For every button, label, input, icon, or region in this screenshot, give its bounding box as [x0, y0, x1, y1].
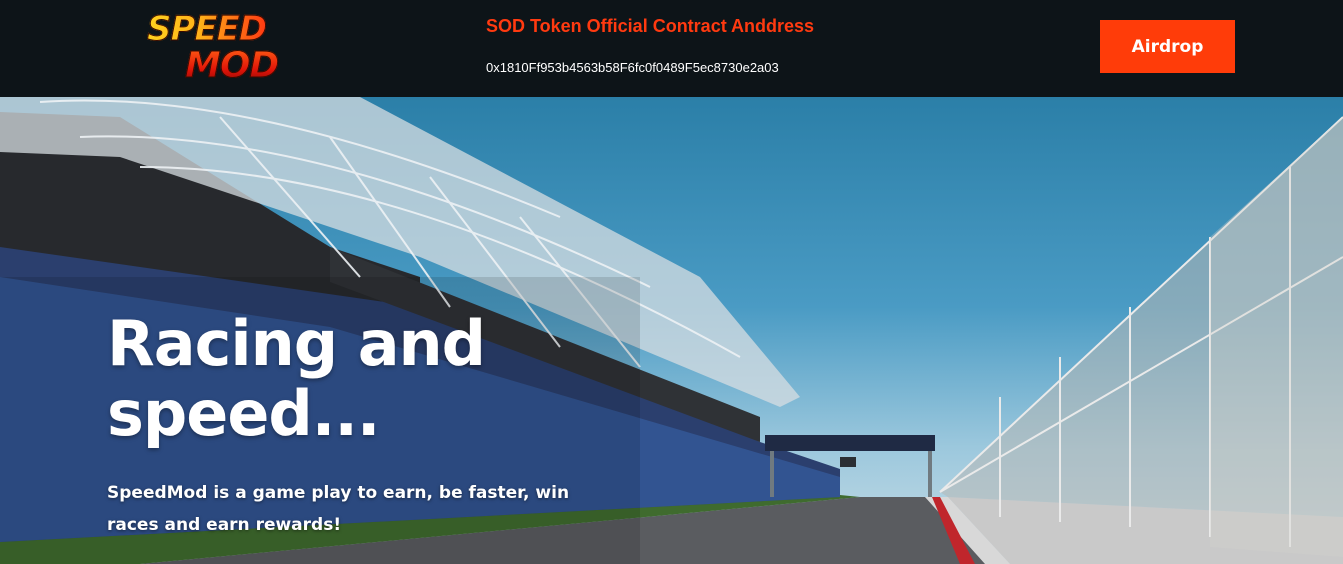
hero-subtitle: SpeedMod is a game play to earn, be fast… [107, 483, 570, 535]
contract-title: SOD Token Official Contract Anddress [486, 16, 815, 36]
top-navbar: SPEED MOD SOD Token Official Contract An… [0, 0, 1343, 97]
hero-title: Racing and speed... [107, 307, 486, 450]
contract-address: 0x1810Ff953b4563b58F6fc0f0489F5ec8730e2a… [486, 60, 779, 75]
logo-text-mod: MOD [184, 45, 279, 86]
hero-section: Racing and speed... SpeedMod is a game p… [0, 97, 1343, 564]
airdrop-button[interactable]: Airdrop [1100, 20, 1235, 73]
logo-text-speed: SPEED [146, 9, 267, 49]
speedmod-logo[interactable]: SPEED MOD [145, 10, 285, 86]
